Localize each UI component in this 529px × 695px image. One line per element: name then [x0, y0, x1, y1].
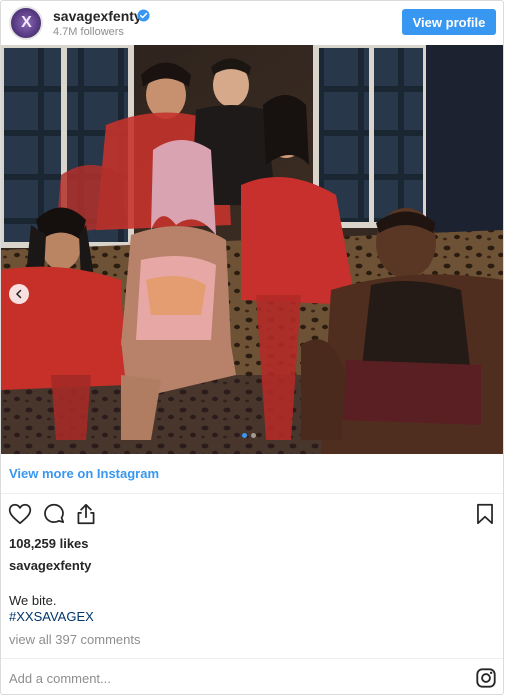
avatar-logo-mark: X [21, 14, 32, 31]
photo-illustration [1, 45, 503, 454]
view-all-comments-link[interactable]: view all 397 comments [9, 632, 141, 647]
view-profile-button[interactable]: View profile [402, 9, 496, 35]
heart-icon[interactable] [7, 501, 33, 527]
view-more-link[interactable]: View more on Instagram [9, 466, 159, 481]
action-bar [1, 501, 503, 529]
comment-bar: Add a comment... [1, 658, 503, 694]
comment-icon[interactable] [41, 501, 67, 527]
instagram-icon[interactable] [475, 667, 497, 689]
chevron-left-icon [15, 289, 22, 299]
caption-username[interactable]: savagexfenty [9, 558, 91, 573]
follower-count: 4.7M followers [53, 26, 124, 38]
carousel-dot [251, 433, 256, 438]
caption-hashtag-link[interactable]: #XXSAVAGEX [9, 609, 94, 624]
carousel-indicator [242, 433, 256, 438]
bookmark-icon[interactable] [472, 501, 498, 527]
view-more-row: View more on Instagram [1, 454, 503, 494]
carousel-dot-active [242, 433, 247, 438]
carousel-prev-button[interactable] [9, 284, 29, 304]
post-header: X savagexfenty 4.7M followers View profi… [1, 1, 503, 45]
post-photo[interactable] [1, 45, 503, 454]
profile-avatar[interactable]: X [9, 6, 43, 40]
verified-badge-icon [137, 9, 150, 22]
username-link[interactable]: savagexfenty [53, 8, 142, 24]
share-icon[interactable] [73, 501, 99, 527]
instagram-embed: X savagexfenty 4.7M followers View profi… [0, 0, 504, 695]
caption-text: We bite. [9, 593, 57, 608]
add-comment-input[interactable]: Add a comment... [9, 671, 111, 686]
like-count[interactable]: 108,259 likes [9, 536, 89, 551]
